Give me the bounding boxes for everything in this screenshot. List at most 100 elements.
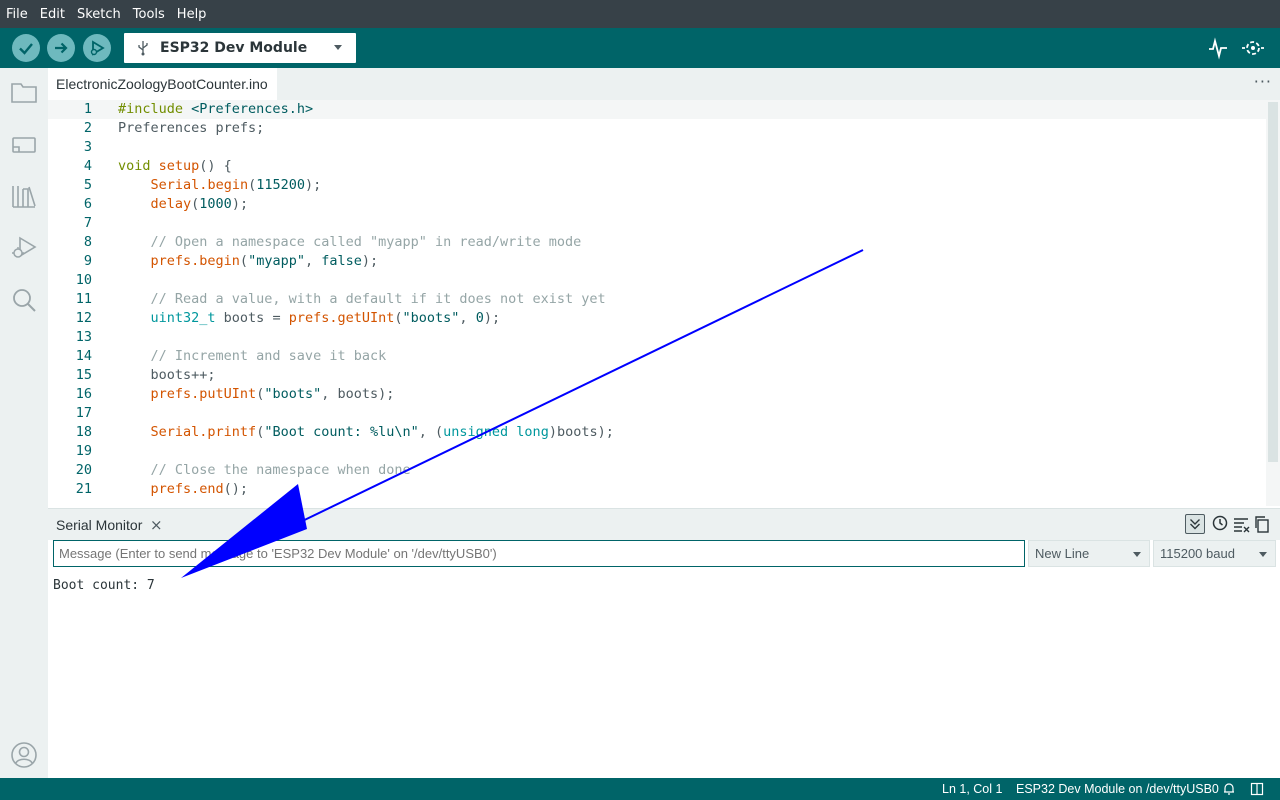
account-icon[interactable] — [10, 741, 38, 769]
menu-file[interactable]: File — [6, 7, 28, 22]
serial-output-text: Boot count: 7 — [53, 578, 155, 593]
line-number: 18 — [75, 424, 92, 440]
serial-monitor-tab[interactable]: Serial Monitor — [56, 517, 142, 533]
code-text: void setup() { — [118, 158, 232, 174]
autoscroll-icon[interactable] — [1185, 514, 1205, 534]
code-text: #include <Preferences.h> — [118, 101, 314, 117]
line-number: 1 — [83, 101, 92, 117]
code-text: Serial.printf("Boot count: %lu\n", (unsi… — [150, 424, 614, 440]
line-number: 8 — [83, 234, 92, 250]
chevron-down-icon — [1259, 552, 1267, 557]
menu-bar: File Edit Sketch Tools Help — [0, 0, 1280, 28]
serial-plotter-icon[interactable] — [1206, 36, 1230, 60]
verify-icon — [19, 43, 33, 55]
folder-icon[interactable] — [10, 78, 38, 106]
verify-button[interactable] — [12, 34, 40, 62]
chevron-down-icon — [1133, 552, 1141, 557]
code-line: 8 // Open a namespace called "myapp" in … — [48, 233, 1266, 252]
activity-bar — [0, 68, 48, 778]
code-line: 13 — [48, 328, 1266, 347]
editor-scrollbar[interactable] — [1266, 100, 1280, 506]
code-line: 19 — [48, 442, 1266, 461]
search-icon[interactable] — [10, 286, 38, 314]
menu-sketch[interactable]: Sketch — [77, 7, 121, 22]
library-icon[interactable] — [10, 182, 38, 210]
code-line: 18 Serial.printf("Boot count: %lu\n", (u… — [48, 423, 1266, 442]
code-text: Serial.begin(115200); — [150, 177, 322, 193]
code-line: 17 — [48, 404, 1266, 423]
menu-tools[interactable]: Tools — [133, 7, 165, 22]
code-line: 10 — [48, 271, 1266, 290]
more-actions-icon[interactable]: ··· — [1254, 72, 1272, 91]
line-number: 16 — [75, 386, 92, 402]
serial-message-input[interactable] — [53, 540, 1025, 567]
line-number: 21 — [75, 481, 92, 497]
code-line: 3 — [48, 138, 1266, 157]
arduino-ide-window: File Edit Sketch Tools Help ESP32 Dev Mo… — [0, 0, 1280, 800]
status-bar: Ln 1, Col 1 ESP32 Dev Module on /dev/tty… — [0, 778, 1280, 800]
debug-icon — [90, 40, 105, 56]
board-name: ESP32 Dev Module — [160, 40, 308, 56]
line-number: 3 — [83, 139, 92, 155]
upload-button[interactable] — [47, 34, 75, 62]
debug-button[interactable] — [83, 34, 111, 62]
serial-monitor-header: Serial Monitor × — [48, 508, 1280, 540]
scrollbar-thumb[interactable] — [1268, 102, 1278, 462]
line-number: 14 — [75, 348, 92, 364]
code-line: 15 boots++; — [48, 366, 1266, 385]
board-selector[interactable]: ESP32 Dev Module — [124, 33, 356, 63]
code-text: Preferences prefs; — [118, 120, 265, 136]
debug-icon[interactable] — [10, 234, 38, 262]
code-text: prefs.begin("myapp", false); — [150, 253, 379, 269]
line-number: 5 — [83, 177, 92, 193]
toggle-panel-icon[interactable] — [1250, 782, 1264, 796]
timestamp-icon[interactable] — [1210, 514, 1230, 534]
line-ending-value: New Line — [1035, 546, 1090, 561]
line-ending-select[interactable]: New Line — [1028, 540, 1150, 567]
code-text: prefs.putUInt("boots", boots); — [150, 386, 395, 402]
line-number: 4 — [83, 158, 92, 174]
code-line: 20 // Close the namespace when done — [48, 461, 1266, 480]
code-line: 14 // Increment and save it back — [48, 347, 1266, 366]
line-number: 7 — [83, 215, 92, 231]
code-comment: // Read a value, with a default if it do… — [118, 291, 606, 307]
line-number: 6 — [83, 196, 92, 212]
status-board-port[interactable]: ESP32 Dev Module on /dev/ttyUSB0 — [1016, 782, 1219, 796]
upload-icon — [55, 42, 68, 54]
line-number: 10 — [75, 272, 92, 288]
copy-output-icon[interactable] — [1252, 514, 1272, 534]
serial-monitor-icon[interactable] — [1241, 36, 1265, 60]
serial-monitor-panel: New Line 115200 baud Boot count: 7 — [48, 540, 1280, 778]
baud-rate-select[interactable]: 115200 baud — [1153, 540, 1276, 567]
code-comment: // Close the namespace when done — [118, 462, 411, 478]
baud-rate-value: 115200 baud — [1160, 546, 1235, 561]
code-text: delay(1000); — [150, 196, 249, 212]
code-line: 1 #include <Preferences.h> — [48, 100, 1266, 119]
code-line: 21 prefs.end(); — [48, 480, 1266, 499]
line-number: 20 — [75, 462, 92, 478]
editor-tab-bar: ElectronicZoologyBootCounter.ino ··· — [48, 68, 1280, 100]
code-line: 5 Serial.begin(115200); — [48, 176, 1266, 195]
menu-edit[interactable]: Edit — [40, 7, 65, 22]
notification-bell-icon[interactable] — [1222, 782, 1236, 796]
menu-help[interactable]: Help — [177, 7, 207, 22]
line-number: 15 — [75, 367, 92, 383]
code-text: prefs.end(); — [150, 481, 249, 497]
cursor-position[interactable]: Ln 1, Col 1 — [942, 782, 1002, 796]
line-number: 17 — [75, 405, 92, 421]
code-line: 11 // Read a value, with a default if it… — [48, 290, 1266, 309]
code-line: 16 prefs.putUInt("boots", boots); — [48, 385, 1266, 404]
tab-sketch-file[interactable]: ElectronicZoologyBootCounter.ino — [48, 68, 277, 100]
chevron-down-icon — [334, 45, 342, 50]
code-text: boots++; — [118, 367, 216, 383]
close-icon[interactable]: × — [150, 516, 163, 534]
code-editor[interactable]: 1 #include <Preferences.h> 2 Preferences… — [48, 100, 1280, 506]
line-number: 12 — [75, 310, 92, 326]
usb-icon — [138, 41, 148, 56]
line-number: 11 — [75, 291, 92, 307]
code-line: 7 — [48, 214, 1266, 233]
code-line: 9 prefs.begin("myapp", false); — [48, 252, 1266, 271]
clear-output-icon[interactable] — [1232, 514, 1252, 534]
board-manager-icon[interactable] — [10, 130, 38, 158]
code-line: 6 delay(1000); — [48, 195, 1266, 214]
